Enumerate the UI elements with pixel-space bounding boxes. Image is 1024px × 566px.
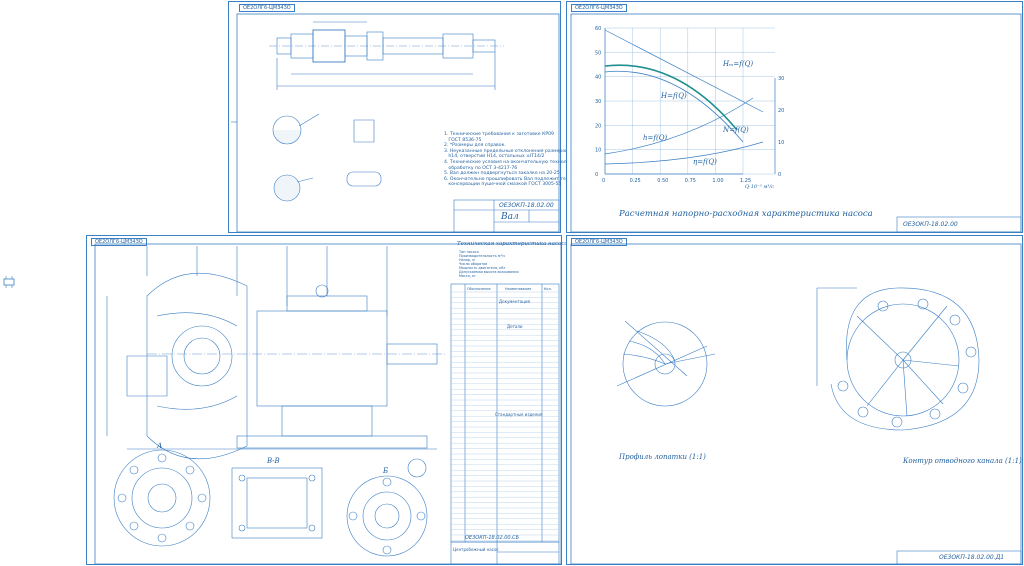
y-left-tick-label: 0 bbox=[595, 172, 598, 178]
series-line bbox=[604, 141, 764, 165]
view-label-bb: В-В bbox=[267, 457, 280, 465]
title-name: Вал bbox=[501, 212, 519, 222]
x-tick-label: 0.50 bbox=[657, 178, 668, 184]
y-left-tick-label: 20 bbox=[595, 123, 601, 129]
volute-contour-caption: Контур отводного канала (1:1) bbox=[903, 457, 1022, 465]
shaft-drawing bbox=[231, 13, 560, 233]
y-left-tick-label: 10 bbox=[595, 148, 601, 154]
tech-spec-item: Масса, кг bbox=[459, 274, 476, 278]
x-tick-label: 0 bbox=[602, 178, 605, 184]
series-label: N=f(Q) bbox=[722, 126, 749, 134]
pump-chart-sheet[interactable]: ОЕ2ОЛГ6-ЦМЗ4ЗО 0 0.25 0.50 0.75 1.00 1.25 0 10 2… bbox=[566, 1, 1023, 233]
spec-header-designation: Обозначение bbox=[467, 287, 491, 291]
y-left-tick-label: 40 bbox=[595, 75, 601, 81]
title-code: ОЕ3ОКП-18.02.00 bbox=[903, 221, 958, 228]
y-left-tick-label: 60 bbox=[595, 26, 601, 32]
view-label-a: А bbox=[157, 442, 163, 450]
shaft-drawing-sheet[interactable]: ОЕ2ОЛГ6-ЦМЗ4ЗО 1. Технические требования… bbox=[228, 1, 605, 233]
title-name: Центробежный насос bbox=[453, 547, 499, 552]
series-label: Hₘ=f(Q) bbox=[722, 60, 753, 68]
spec-header-name: Наименование bbox=[505, 287, 532, 291]
blade-profile-caption: Профиль лопатки (1:1) bbox=[619, 453, 706, 461]
x-tick-label: 0.75 bbox=[685, 178, 696, 184]
title-code: ОЕ3ОКП-18.02.00.СБ bbox=[465, 535, 520, 541]
profile-drawing bbox=[570, 243, 1022, 565]
title-code: ОЕ3ОКП-18.02.00 bbox=[499, 202, 554, 209]
profile-drawing-sheet[interactable]: ОЕ2ОЛГ6-ЦМЗ4ЗО Профиль лопатки (1:1) Кон… bbox=[566, 235, 1023, 565]
assembly-drawing bbox=[94, 243, 562, 565]
spec-header-qty: Кол. bbox=[544, 287, 552, 291]
y-right-tick-label: 10 bbox=[778, 140, 784, 146]
assembly-drawing-sheet[interactable]: ОЕ2ОЛГ6-ЦМЗ4ЗО Техническая характеристик… bbox=[86, 235, 568, 565]
pump-characteristic-chart: 0 0.25 0.50 0.75 1.00 1.250102030405060010203… bbox=[570, 13, 1022, 233]
series-label: h=f(Q) bbox=[643, 134, 667, 142]
spec-section-standard: Стандартные изделия bbox=[495, 412, 543, 417]
chart-caption: Расчетная напорно-расходная характеристи… bbox=[619, 209, 873, 219]
x-tick-label: 0.25 bbox=[630, 178, 641, 184]
series-label: H=f(Q) bbox=[660, 92, 687, 100]
spec-section-docs: Документация bbox=[499, 299, 530, 304]
side-icon[interactable] bbox=[2, 273, 16, 288]
x-axis-label: Q·10⁻³ м³/с bbox=[745, 184, 774, 190]
y-right-tick-label: 0 bbox=[778, 172, 781, 178]
spec-title: Техническая характеристика насоса bbox=[457, 241, 568, 247]
spec-section-parts: Детали bbox=[507, 324, 523, 329]
y-left-tick-label: 50 bbox=[595, 50, 601, 56]
y-right-tick-label: 30 bbox=[778, 76, 784, 82]
y-left-tick-label: 30 bbox=[595, 99, 601, 105]
series-label: η=f(Q) bbox=[693, 158, 717, 166]
x-tick-label: 1.00 bbox=[712, 178, 723, 184]
y-right-tick-label: 20 bbox=[778, 108, 784, 114]
view-label-b: Б bbox=[383, 467, 389, 475]
title-code: ОЕ3ОКП-18.02.00.Д1 bbox=[939, 554, 1005, 561]
